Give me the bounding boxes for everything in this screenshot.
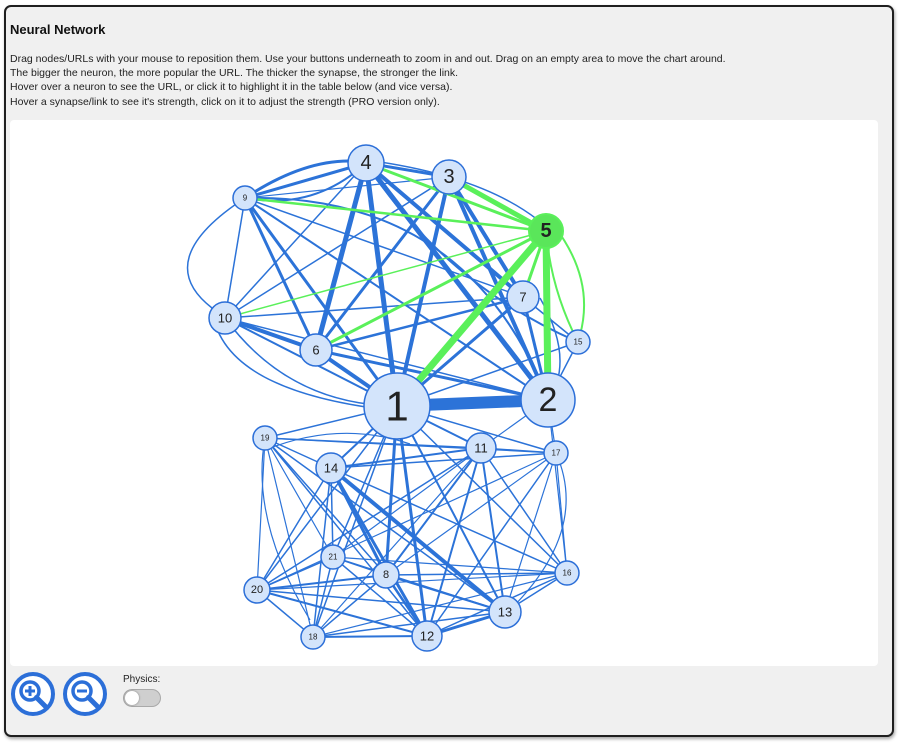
instruction-line: Drag nodes/URLs with your mouse to repos… [10, 53, 726, 65]
neuron-node-4[interactable]: 4 [347, 144, 385, 182]
neuron-label: 11 [474, 441, 488, 456]
neuron-node-6[interactable]: 6 [299, 333, 333, 367]
neuron-node-5[interactable]: 5 [528, 213, 564, 249]
neuron-label: 18 [309, 633, 318, 642]
neuron-label: 17 [552, 449, 561, 458]
neuron-label: 10 [218, 311, 232, 326]
synapse-curve[interactable] [554, 226, 586, 336]
neuron-label: 13 [498, 605, 512, 620]
neuron-label: 9 [243, 194, 248, 203]
zoom-in-icon [19, 680, 49, 710]
neuron-node-3[interactable]: 3 [431, 159, 467, 195]
neuron-node-10[interactable]: 10 [208, 301, 242, 335]
synapse[interactable] [330, 452, 557, 469]
neuron-node-15[interactable]: 15 [565, 329, 591, 355]
network-canvas[interactable]: 1 2 3 4 5 6 7 8 9 10 11 12 13 14 15 16 17 18 19 20 21 [10, 120, 878, 666]
zoom-in-button[interactable] [11, 672, 55, 716]
physics-toggle[interactable] [123, 689, 161, 707]
neuron-label: 12 [420, 629, 434, 644]
neuron-node-21[interactable]: 21 [320, 544, 346, 570]
zoom-out-button[interactable] [63, 672, 107, 716]
synapse[interactable] [256, 572, 568, 591]
neuron-node-16[interactable]: 16 [554, 560, 580, 586]
neuron-node-12[interactable]: 12 [411, 620, 443, 652]
neuron-label: 6 [312, 343, 319, 358]
neuron-label: 14 [324, 461, 338, 476]
synapse[interactable] [312, 635, 428, 638]
neuron-node-18[interactable]: 18 [300, 624, 326, 650]
neuron-label: 3 [443, 166, 454, 188]
zoom-out-icon [71, 680, 101, 710]
synapse[interactable] [256, 437, 266, 591]
neuron-label: 21 [329, 553, 338, 562]
instruction-line: Hover a synapse/link to see it's strengt… [10, 95, 440, 108]
neuron-label: 2 [539, 381, 558, 419]
synapse[interactable] [395, 404, 429, 638]
instruction-line: Hover over a neuron to see the URL, or c… [10, 81, 453, 94]
neuron-label: 1 [385, 383, 408, 430]
neuron-node-7[interactable]: 7 [506, 280, 540, 314]
neuron-label: 20 [251, 584, 263, 596]
synapse[interactable] [329, 466, 507, 614]
neuron-node-1[interactable]: 1 [363, 372, 431, 440]
neuron-label: 16 [563, 569, 572, 578]
physics-label: Physics: [123, 674, 161, 685]
neuron-node-20[interactable]: 20 [243, 576, 271, 604]
neuron-label: 4 [360, 152, 371, 174]
neuron-label: 5 [540, 220, 551, 242]
panel-title: Neural Network [10, 22, 106, 37]
instruction-line: The bigger the neuron, the more popular … [10, 67, 459, 80]
neuron-node-14[interactable]: 14 [315, 452, 347, 484]
neuron-label: 15 [574, 338, 583, 347]
neuron-node-2[interactable]: 2 [520, 372, 576, 428]
synapse[interactable] [312, 611, 506, 638]
neuron-node-19[interactable]: 19 [252, 425, 278, 451]
neuron-node-17[interactable]: 17 [543, 440, 569, 466]
neuron-node-8[interactable]: 8 [372, 561, 400, 589]
neuron-node-9[interactable]: 9 [232, 185, 258, 211]
instructions: Drag nodes/URLs with your mouse to repos… [10, 52, 726, 109]
toggle-knob [125, 691, 139, 705]
neuron-node-13[interactable]: 13 [488, 595, 522, 629]
neuron-label: 19 [261, 434, 270, 443]
neuron-node-11[interactable]: 11 [465, 432, 497, 464]
synapse[interactable] [385, 447, 482, 576]
network-graph[interactable]: 1 23456789101112131415161718192021 [10, 120, 878, 666]
neuron-label: 8 [383, 569, 389, 581]
neuron-label: 7 [519, 290, 526, 305]
